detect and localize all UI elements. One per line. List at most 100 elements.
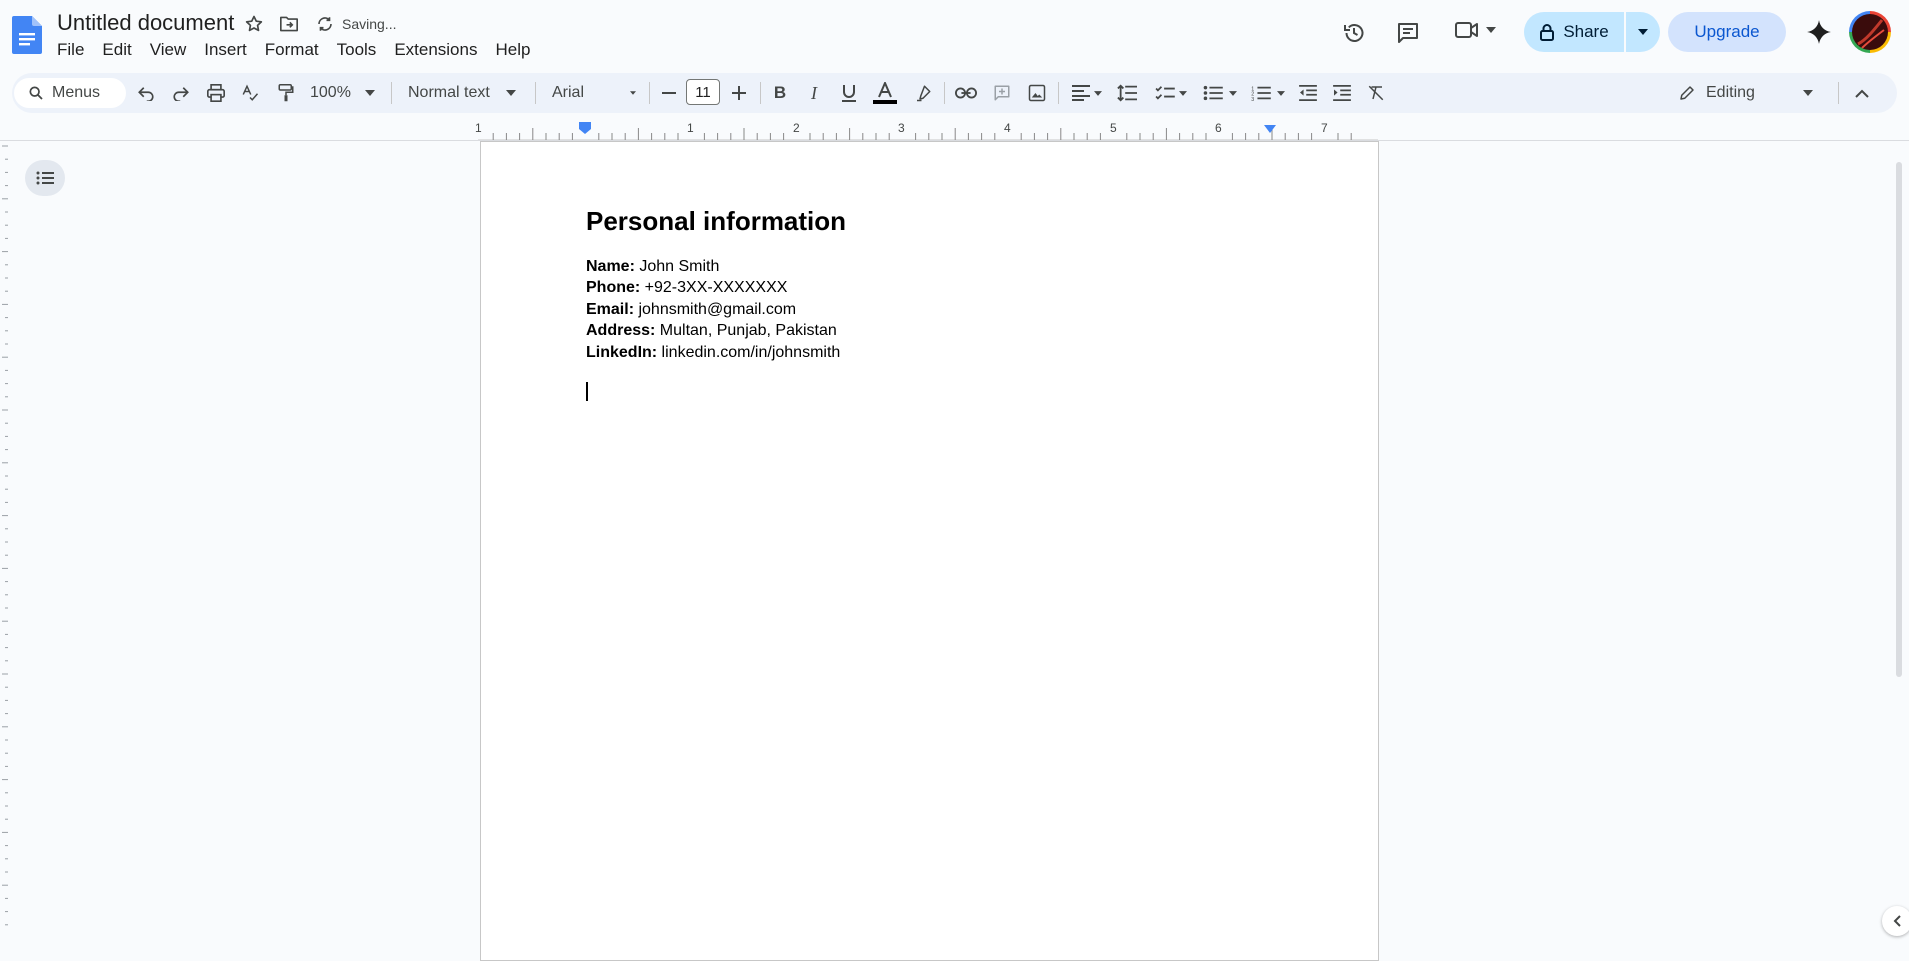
field-value: Multan, Punjab, Pakistan — [655, 322, 837, 339]
decrease-indent-icon[interactable] — [1296, 80, 1320, 106]
docs-logo-icon[interactable] — [12, 16, 42, 54]
checklist-icon[interactable] — [1152, 80, 1190, 106]
menus-search-label: Menus — [52, 84, 101, 101]
ruler-mark: 3 — [898, 121, 905, 135]
ruler-mark: 7 — [1321, 121, 1328, 135]
menu-help[interactable]: Help — [486, 39, 539, 61]
doc-field-phone[interactable]: Phone: +92-3XX-XXXXXXX — [586, 277, 787, 298]
decrease-font-size-button[interactable] — [660, 80, 678, 106]
field-label: Email: — [586, 301, 635, 318]
italic-icon[interactable]: I — [804, 80, 824, 106]
menu-format[interactable]: Format — [256, 39, 328, 61]
chevron-left-icon — [1893, 915, 1901, 927]
paint-format-icon[interactable] — [274, 80, 298, 106]
toolbar-divider — [535, 82, 536, 104]
document-title[interactable]: Untitled document — [57, 10, 234, 36]
saving-status: Saving... — [342, 16, 397, 32]
style-select[interactable]: Normal text — [408, 80, 522, 106]
field-label: Name: — [586, 258, 635, 275]
print-icon[interactable] — [203, 80, 229, 106]
doc-field-address[interactable]: Address: Multan, Punjab, Pakistan — [586, 320, 837, 341]
spellcheck-icon[interactable] — [238, 80, 262, 106]
style-value: Normal text — [408, 84, 490, 101]
mode-value: Editing — [1706, 84, 1755, 101]
menu-edit[interactable]: Edit — [93, 39, 140, 61]
font-size-input[interactable]: 11 — [686, 79, 720, 105]
text-color-icon[interactable] — [873, 80, 897, 106]
ruler-mark: 6 — [1215, 121, 1222, 135]
field-label: LinkedIn: — [586, 344, 658, 361]
lock-icon — [1539, 23, 1555, 41]
add-comment-icon[interactable] — [990, 80, 1014, 106]
field-value: John Smith — [634, 258, 720, 275]
avatar[interactable] — [1849, 11, 1891, 53]
horizontal-ruler[interactable] — [478, 121, 1378, 141]
meet-icon[interactable] — [1454, 19, 1496, 41]
zoom-value: 100% — [310, 84, 351, 101]
menu-tools[interactable]: Tools — [328, 39, 386, 61]
image-icon[interactable] — [1025, 80, 1049, 106]
share-button[interactable]: Share — [1524, 12, 1624, 52]
toolbar-divider — [1838, 82, 1839, 104]
field-value: johnsmith@gmail.com — [634, 301, 797, 318]
ruler-mark: 2 — [793, 121, 800, 135]
ruler-mark: 1 — [687, 121, 694, 135]
link-icon[interactable] — [954, 80, 978, 106]
vertical-ruler[interactable] — [0, 140, 8, 943]
toolbar-divider — [944, 82, 945, 104]
bullet-list-icon[interactable] — [1200, 80, 1240, 106]
side-panel-toggle[interactable] — [1882, 906, 1909, 936]
toolbar-divider — [391, 82, 392, 104]
undo-icon[interactable] — [134, 80, 158, 106]
search-icon — [28, 85, 44, 101]
font-value: Arial — [552, 84, 585, 101]
star-icon[interactable] — [242, 12, 266, 36]
font-select[interactable]: Arial — [552, 80, 636, 106]
field-label: Phone: — [586, 279, 641, 296]
toolbar-divider — [649, 82, 650, 104]
vertical-scrollbar[interactable] — [1896, 162, 1902, 677]
field-value: linkedin.com/in/johnsmith — [657, 344, 841, 361]
share-label: Share — [1563, 22, 1609, 41]
redo-icon[interactable] — [169, 80, 193, 106]
move-folder-icon[interactable] — [277, 12, 301, 36]
text-cursor — [586, 382, 588, 401]
toolbar-divider — [1058, 82, 1059, 104]
history-icon[interactable] — [1340, 19, 1368, 47]
menus-search[interactable]: Menus — [14, 78, 126, 108]
pencil-icon — [1678, 84, 1696, 102]
field-label: Address: — [586, 322, 656, 339]
doc-field-name[interactable]: Name: John Smith — [586, 256, 719, 277]
avatar-image — [1852, 14, 1888, 50]
doc-field-linkedin[interactable]: LinkedIn: linkedin.com/in/johnsmith — [586, 342, 840, 363]
align-icon[interactable] — [1068, 80, 1106, 106]
menu-bar: File Edit View Insert Format Tools Exten… — [48, 39, 539, 61]
menu-extensions[interactable]: Extensions — [385, 39, 486, 61]
gemini-icon[interactable] — [1804, 17, 1834, 47]
increase-font-size-button[interactable] — [730, 80, 748, 106]
upgrade-button[interactable]: Upgrade — [1668, 12, 1786, 52]
share-options-button[interactable] — [1626, 12, 1660, 52]
mode-select[interactable]: Editing — [1678, 80, 1814, 106]
increase-indent-icon[interactable] — [1330, 80, 1354, 106]
ruler-mark: 4 — [1004, 121, 1011, 135]
highlight-icon[interactable] — [912, 80, 934, 106]
toolbar-divider — [760, 82, 761, 104]
numbered-list-icon[interactable]: 123 — [1248, 80, 1288, 106]
doc-heading[interactable]: Personal information — [586, 206, 846, 237]
doc-field-email[interactable]: Email: johnsmith@gmail.com — [586, 299, 796, 320]
bold-icon[interactable]: B — [770, 80, 790, 106]
menu-file[interactable]: File — [48, 39, 93, 61]
menu-insert[interactable]: Insert — [195, 39, 256, 61]
ruler-mark: 5 — [1110, 121, 1117, 135]
collapse-icon[interactable] — [1850, 80, 1874, 106]
underline-icon[interactable] — [839, 80, 859, 106]
field-value: +92-3XX-XXXXXXX — [640, 279, 788, 296]
menu-view[interactable]: View — [141, 39, 196, 61]
outline-icon[interactable] — [25, 160, 65, 196]
line-spacing-icon[interactable] — [1115, 80, 1139, 106]
comment-icon[interactable] — [1394, 19, 1422, 47]
zoom-select[interactable]: 100% — [310, 80, 380, 106]
sync-icon — [313, 12, 337, 36]
clear-format-icon[interactable] — [1364, 80, 1388, 106]
